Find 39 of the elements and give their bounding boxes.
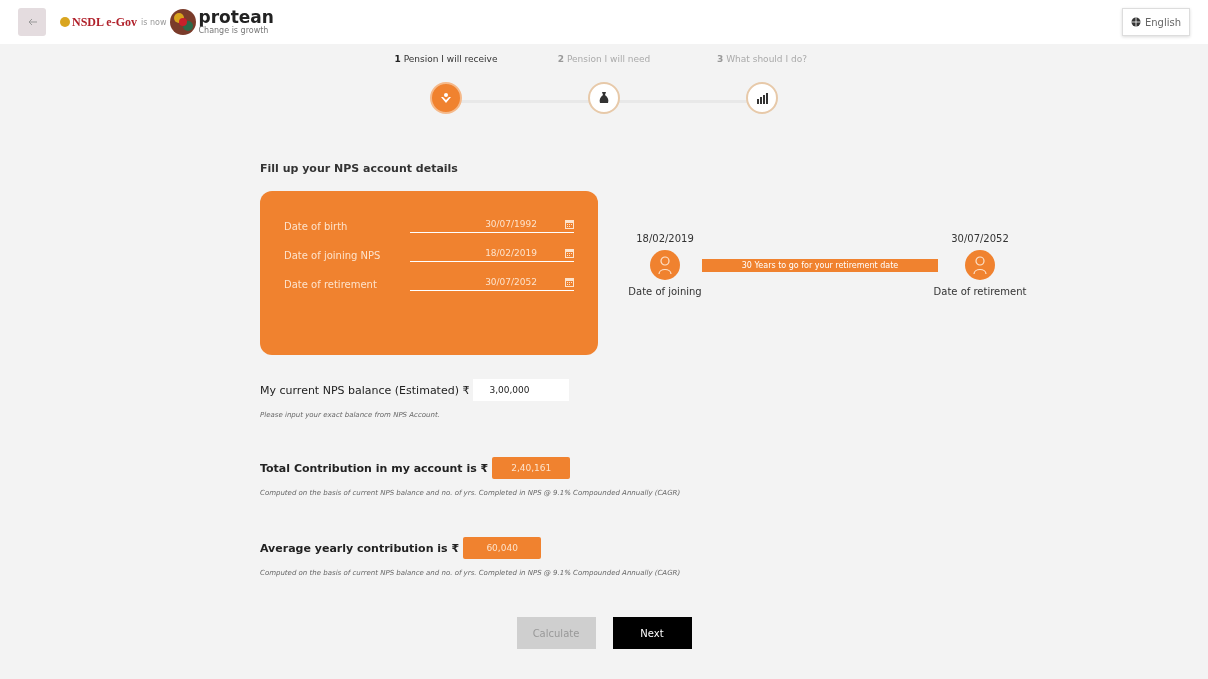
date-field[interactable]: 30/07/1992 [410,219,574,233]
result-value: 2,40,161 [492,457,571,479]
brand-name: NSDL e-Gov [72,14,137,30]
date-field[interactable]: 30/07/2052 [410,277,574,291]
balance-label: My current NPS balance (Estimated) ₹ [260,383,470,397]
hands-coin-icon [440,92,452,104]
calendar-icon[interactable] [565,248,574,258]
person-icon [658,256,672,274]
timeline-label: Date of joining [628,286,702,297]
calendar-icon[interactable] [565,277,574,287]
result-label: Average yearly contribution is ₹ [260,541,460,555]
language-button[interactable]: English [1121,8,1190,36]
logo-name: protean [198,9,274,26]
money-bag-icon [599,92,609,104]
logo-icon [170,9,197,35]
date-label: Date of joining NPS [284,249,382,261]
calendar-icon[interactable] [565,219,574,229]
timeline-date: 18/02/2019 [636,233,694,244]
globe-icon [1130,17,1141,27]
timeline-label: Date of retirement [933,286,1027,297]
back-button[interactable] [18,8,46,36]
result-label: Total Contribution in my account is ₹ [260,461,489,475]
bar-chart-icon [756,92,768,104]
balance-input[interactable]: 3,00,000 [473,379,570,401]
step-label[interactable]: 1 Pension I will receive [394,54,498,64]
action-button[interactable]: Next [612,617,692,649]
step-circle[interactable] [746,82,778,114]
brand-note: is now [141,17,167,27]
date-field[interactable]: 18/02/2019 [410,248,574,262]
timeline-bar: 30 Years to go for your retirement date [702,258,938,272]
logo-tagline: Change is growth [198,26,269,35]
back-arrow-icon [27,18,37,26]
date-label: Date of retirement [284,278,378,290]
step-circle[interactable] [588,82,620,114]
person-icon [973,256,987,274]
section-title: Fill up your NPS account details [260,162,459,175]
result-value: 60,040 [463,537,542,559]
date-label: Date of birth [284,220,349,232]
timeline-date: 30/07/2052 [951,233,1009,244]
